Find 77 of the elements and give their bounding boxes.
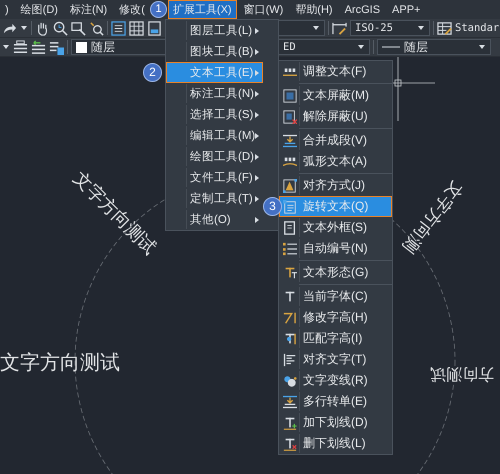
menu-item[interactable]: 文本屏蔽(M) (279, 85, 392, 106)
lineweight-dropdown[interactable]: 随层 (377, 39, 491, 55)
menu-item[interactable]: 文字变线(R) (279, 370, 392, 391)
document-lines-icon (282, 200, 296, 214)
framed-square-icon (282, 88, 296, 102)
caret-icon (357, 43, 365, 51)
hand-icon[interactable] (35, 20, 50, 36)
rotated-text: 方向测试 (430, 365, 494, 381)
menu-item[interactable]: 修改字高(H) (279, 307, 392, 328)
menu-item[interactable]: 匹配字高(I) (279, 328, 392, 349)
framed-square-cross-icon (282, 110, 296, 124)
table-icon[interactable] (437, 20, 452, 36)
menu-item[interactable]: 编辑工具(M) (166, 125, 263, 146)
grid-icon[interactable] (129, 20, 144, 36)
rotated-text: 文字方向测 (400, 178, 466, 256)
t-drop-icon (282, 332, 296, 346)
menu-item[interactable]: 调整文本(F) (279, 61, 392, 82)
menu-bar-item[interactable]: ) (0, 0, 14, 19)
menu-item[interactable]: 弧形文本(A) (279, 151, 392, 172)
step-badge: 2 (143, 63, 162, 82)
serif-t-icon (282, 290, 296, 304)
text-baseline-icon (282, 154, 296, 168)
color-swatch (76, 42, 87, 52)
caret-icon (417, 24, 425, 32)
menu-bar-item[interactable]: 帮助(H) (290, 0, 338, 19)
menu-item[interactable]: 对齐文字(T) (279, 349, 392, 370)
serif-t-icon (282, 266, 296, 280)
dropdown-field[interactable]: ED (278, 39, 370, 55)
rotated-text: 文字方向测试 (0, 353, 120, 373)
line-sample-icon (382, 45, 400, 49)
layers-icon[interactable] (13, 40, 28, 54)
menu-item[interactable]: 定制工具(T) (166, 188, 263, 209)
menu-bar-item[interactable]: 窗口(W) (238, 0, 288, 19)
layers-icon[interactable] (49, 40, 64, 54)
rotated-text: 文字方向测试 (70, 168, 160, 258)
menu-item[interactable]: 文件工具(F) (166, 167, 263, 188)
table-style-text: Standar (455, 22, 500, 34)
window-icon[interactable] (111, 20, 126, 36)
menu-item[interactable]: 合并成段(V) (279, 130, 392, 151)
menu-bar-item[interactable]: 绘图(D) (16, 0, 63, 19)
t-plus-icon (282, 416, 296, 430)
page-icon (282, 220, 296, 234)
caret-icon (312, 24, 320, 32)
layers-icon[interactable] (31, 40, 46, 54)
caret-icon (478, 43, 486, 51)
menu-bar-item[interactable]: APP+ (387, 0, 426, 19)
menu-bar-item[interactable]: 修改( (114, 0, 150, 19)
menu-item[interactable]: 文本外框(S) (279, 217, 392, 238)
menu-item[interactable]: 标注工具(N) (166, 83, 263, 104)
zoom-icon[interactable] (71, 20, 86, 36)
numbered-list-icon (282, 242, 296, 256)
menu-item[interactable]: 绘图工具(D) (166, 146, 263, 167)
menu-bar-item[interactable]: ArcGIS (340, 0, 386, 19)
menu-item[interactable]: 选择工具(S) (166, 104, 263, 125)
caret-icon[interactable] (20, 24, 28, 32)
dimension-style-dropdown[interactable]: ISO-25 (350, 20, 430, 36)
t-cross-icon (282, 436, 296, 450)
zoom-icon[interactable] (53, 20, 68, 36)
caret-icon[interactable] (2, 43, 10, 51)
menu-bar-item[interactable]: 标注(N) (64, 0, 112, 19)
menu-item[interactable]: 自动编号(N) (279, 238, 392, 259)
menu-item[interactable]: 文本形态(G) (279, 262, 392, 283)
align-lines-icon (282, 352, 296, 366)
menu-item[interactable]: 图层工具(L) (166, 20, 263, 41)
menu-item[interactable]: 解除屏蔽(U) (279, 106, 392, 127)
menu-item[interactable]: 对齐方式(J) (279, 175, 392, 196)
menu-bar-item[interactable]: 扩展工具(X) (168, 0, 237, 19)
merge-lines-icon (282, 134, 296, 148)
menu-item[interactable]: 删下划线(L) (279, 433, 392, 454)
menu-item[interactable]: 多行转单(E) (279, 391, 392, 412)
zoom-icon[interactable] (89, 20, 104, 36)
merge-lines-icon (282, 394, 296, 408)
menu-item[interactable]: 加下划线(D) (279, 412, 392, 433)
menu-item[interactable]: 其他(O) (166, 209, 263, 230)
dimension-icon[interactable] (332, 20, 347, 36)
spheres-icon (282, 374, 296, 388)
menu-item[interactable]: 当前字体(C) (279, 286, 392, 307)
